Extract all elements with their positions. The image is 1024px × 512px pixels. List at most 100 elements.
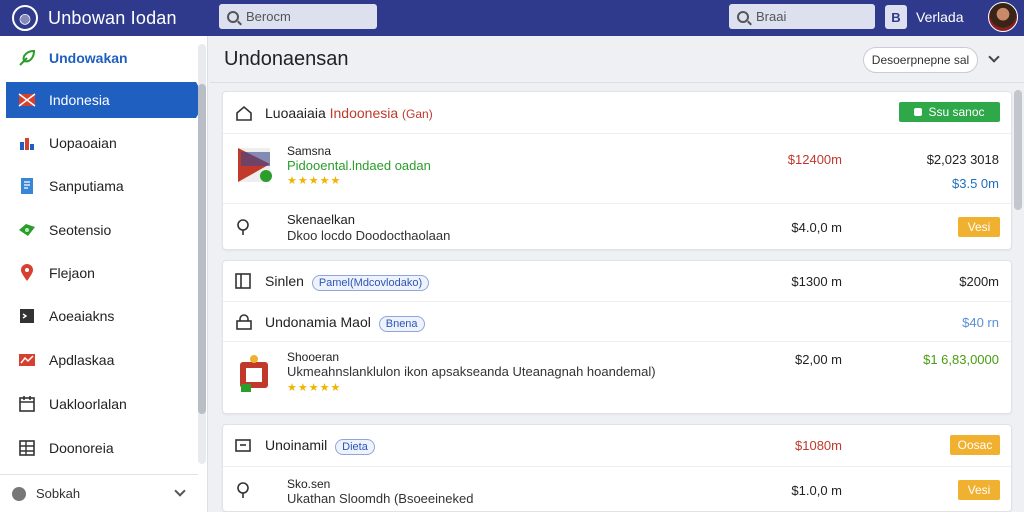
card-header: Luoaaiaia Indoonesia (Gan) Ssu sanoc: [223, 92, 1011, 134]
sidebar-item-seotensio[interactable]: Seotensio: [6, 212, 196, 248]
divider: [210, 82, 1024, 83]
product-name: Sko.sen: [287, 477, 331, 491]
check-icon: [914, 108, 923, 116]
row-title-text: Unoinamil: [265, 437, 328, 453]
product-card: Unoinamil Dieta $1080m Oosac Sko.sen Uka…: [222, 424, 1012, 512]
app-title: Unbowan Iodan: [48, 7, 177, 28]
product-card: Luoaaiaia Indoonesia (Gan) Ssu sanoc Sam…: [222, 91, 1012, 250]
leaf-icon: [19, 49, 36, 66]
calendar-icon: [235, 273, 251, 289]
category-tag[interactable]: Bnena: [378, 316, 425, 332]
sidebar-item-label: Aoeaiakns: [49, 308, 115, 324]
card-title-suffix: (Gan): [402, 107, 433, 121]
sidebar-item-aoeaiakns[interactable]: Aoeaiakns: [6, 298, 196, 334]
product-thumbnail: [240, 355, 268, 392]
sidebar-item-doonoreia[interactable]: Doonoreia: [6, 430, 196, 466]
sidebar-item-uopaoaian[interactable]: Uopaoaian: [6, 125, 196, 161]
avatar[interactable]: [988, 2, 1018, 32]
pin-icon: [21, 264, 33, 281]
product-name: Shooeran: [287, 350, 340, 364]
sidebar-scrollbar-thumb[interactable]: [198, 84, 206, 414]
table-row[interactable]: Undonamia Maol Bnena $40 rn: [223, 302, 1011, 342]
page-title: Undonaensan: [224, 48, 349, 70]
total-price: $1 6,83,0000: [923, 352, 999, 367]
sidebar-item-label: Uakloorlalan: [49, 396, 127, 412]
chart-icon: [20, 138, 34, 150]
main-scrollbar-thumb[interactable]: [1014, 90, 1022, 210]
grid-icon: [19, 440, 35, 456]
secondary-search-input[interactable]: Braai: [729, 4, 875, 29]
cash-icon: [19, 224, 35, 236]
product-name: Skenaelkan: [287, 212, 355, 227]
action-button[interactable]: Oosac: [950, 435, 1000, 455]
sidebar-item-label: Undowakan: [49, 50, 128, 66]
rating-stars: ★★★★★: [287, 175, 342, 187]
chevron-down-icon[interactable]: [988, 51, 1000, 63]
sidebar-item-flejaon[interactable]: Flejaon: [6, 255, 196, 291]
secondary-search-placeholder: Braai: [756, 9, 787, 24]
sidebar: Undowakan Indonesia Uopaoaian Sanputiama…: [0, 36, 208, 512]
sidebar-item-label: Indonesia: [49, 92, 110, 108]
price: $1300 m: [791, 274, 842, 289]
total-price: $2,023 3018: [926, 152, 999, 167]
view-button[interactable]: Vesi: [958, 480, 1000, 500]
sort-dropdown[interactable]: Desoerpnepne sal: [863, 47, 978, 73]
pin-outline-icon: [237, 219, 249, 235]
product-desc: Dkoo locdo Doodocthaolaan: [287, 228, 451, 243]
user-menu-icon[interactable]: B: [885, 5, 907, 29]
table-row[interactable]: Sinlen Pamel(Mdcovlodako) $1300 m $200m: [223, 261, 1011, 302]
table-row[interactable]: Unoinamil Dieta $1080m Oosac: [223, 425, 1011, 467]
search-input[interactable]: Berocm: [219, 4, 377, 29]
table-row[interactable]: Sko.sen Ukathan Sloomdh (Bsoeeineked $1.…: [223, 467, 1011, 512]
product-desc: Pidooental.lndaed oadan: [287, 158, 431, 173]
product-name: Samsna: [287, 144, 332, 158]
pin-outline-icon: [237, 482, 249, 498]
price: $4.0,0 m: [791, 220, 842, 235]
total-price: $200m: [959, 274, 999, 289]
table-row[interactable]: Shooeran Ukmeahnslanklulon ikon apsaksea…: [223, 342, 1011, 414]
card-title-text: Luoaaiaia: [265, 105, 326, 121]
user-name[interactable]: Verlada: [916, 9, 963, 25]
sidebar-item-label: Apdlaskaa: [49, 352, 115, 368]
sidebar-item-label: Doonoreia: [49, 440, 114, 456]
archive-icon: [235, 439, 251, 452]
globe-logo-icon[interactable]: ◍: [12, 5, 38, 31]
search-icon: [737, 10, 749, 23]
calendar-icon: [19, 396, 35, 412]
sidebar-item-indonesia[interactable]: Indonesia: [6, 82, 206, 118]
sidebar-item-sanputiama[interactable]: Sanputiama: [6, 168, 196, 204]
chart-red-icon: [19, 354, 35, 366]
document-icon: [21, 178, 33, 194]
sidebar-item-label: Sanputiama: [49, 178, 124, 194]
terminal-icon: [20, 309, 34, 323]
sidebar-footer[interactable]: Sobkah: [0, 474, 198, 512]
sidebar-footer-label: Sobkah: [36, 486, 81, 501]
price: $1.0,0 m: [791, 483, 842, 498]
row-title: Sinlen Pamel(Mdcovlodako): [265, 273, 430, 291]
status-button-label: Ssu sanoc: [928, 105, 985, 119]
sidebar-item-label: Flejaon: [49, 265, 95, 281]
lock-icon: [236, 314, 252, 330]
chevron-down-icon: [174, 485, 186, 497]
search-placeholder: Berocm: [246, 9, 291, 24]
table-row[interactable]: Skenaelkan Dkoo locdo Doodocthaolaan $4.…: [223, 204, 1011, 250]
product-desc: Ukathan Sloomdh (Bsoeeineked: [287, 491, 474, 506]
flag-icon: [18, 93, 36, 107]
table-row[interactable]: Samsna Pidooental.lndaed oadan ★★★★★ $12…: [223, 134, 1011, 204]
price: $1080m: [795, 438, 842, 453]
price: $2,00 m: [795, 352, 842, 367]
sidebar-item-label: Uopaoaian: [49, 135, 117, 151]
view-button[interactable]: Vesi: [958, 217, 1000, 237]
price: $12400m: [787, 152, 842, 167]
rating-stars: ★★★★★: [287, 382, 342, 394]
row-title: Undonamia Maol Bnena: [265, 314, 425, 332]
card-title-highlight: Indoonesia: [329, 105, 399, 121]
sub-price: $3.5 0m: [952, 176, 999, 191]
category-tag[interactable]: Dieta: [335, 439, 375, 455]
sidebar-item-undowakan[interactable]: Undowakan: [6, 40, 196, 76]
category-tag[interactable]: Pamel(Mdcovlodako): [311, 275, 430, 291]
sidebar-item-apdlaskaa[interactable]: Apdlaskaa: [6, 342, 196, 378]
sidebar-item-uakloorlalan[interactable]: Uakloorlalan: [6, 386, 196, 422]
settings-icon: [12, 486, 26, 501]
status-button[interactable]: Ssu sanoc: [899, 102, 1000, 122]
